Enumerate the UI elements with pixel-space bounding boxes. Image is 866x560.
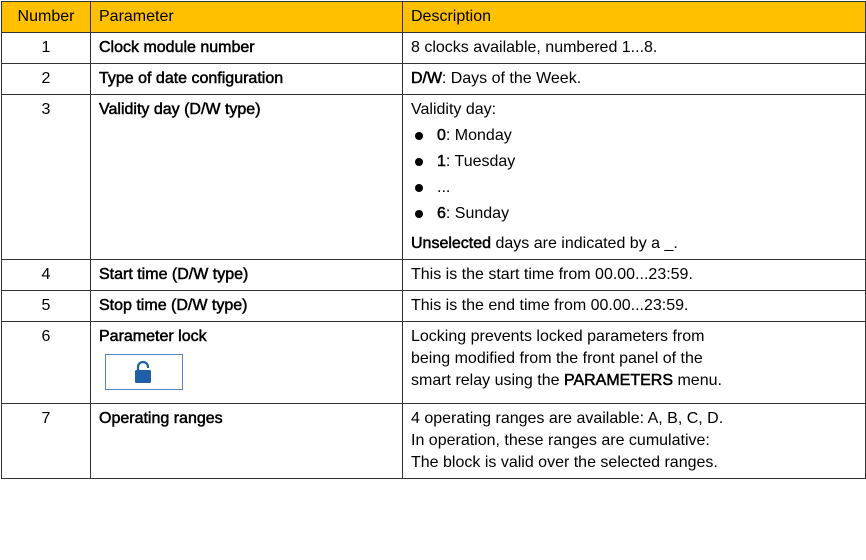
row-parameter: Operating ranges	[90, 403, 403, 479]
row-parameter: Clock module number	[90, 32, 403, 64]
unselected-note: Unselected days are indicated by a _.	[411, 233, 857, 255]
header-number: Number	[1, 1, 91, 33]
validity-day-list: 0: Monday 1: Tuesday ... 6: Sunday	[411, 123, 857, 227]
list-item: 1: Tuesday	[411, 149, 857, 175]
day-label: ...	[437, 179, 451, 196]
parameters-table: Number Parameter Description 1 Clock mod…	[1, 1, 866, 479]
bullet-icon	[415, 132, 423, 140]
row-parameter: Validity day (D/W type)	[90, 94, 403, 260]
table-row: 1 Clock module number 8 clocks available…	[1, 32, 866, 64]
header-parameter: Parameter	[90, 1, 403, 33]
row-number: 7	[1, 403, 91, 479]
desc-line: 4 operating ranges are available: A, B, …	[411, 410, 724, 427]
header-description: Description	[402, 1, 866, 33]
parameters-menu-term: PARAMETERS	[563, 372, 674, 390]
row-number: 2	[1, 63, 91, 95]
desc-text: menu.	[673, 372, 722, 389]
row-description: D/W: Days of the Week.	[402, 63, 866, 95]
row-number: 4	[1, 259, 91, 291]
row-parameter: Start time (D/W type)	[90, 259, 403, 291]
day-label: : Monday	[445, 127, 512, 144]
table-row: 7 Operating ranges 4 operating ranges ar…	[1, 403, 866, 479]
row-number: 1	[1, 32, 91, 64]
list-item: 0: Monday	[411, 123, 857, 149]
desc-line: In operation, these ranges are cumulativ…	[411, 432, 710, 449]
list-item: 6: Sunday	[411, 201, 857, 227]
desc-line: being modified from the front panel of t…	[411, 350, 703, 367]
row-description: 8 clocks available, numbered 1...8.	[402, 32, 866, 64]
day-key: 1	[437, 153, 446, 171]
row-description: This is the start time from 00.00...23:5…	[402, 259, 866, 291]
row-parameter: Parameter lock	[90, 321, 403, 404]
table-row: 2 Type of date configuration D/W: Days o…	[1, 63, 866, 95]
row-parameter: Stop time (D/W type)	[90, 290, 403, 322]
desc-bold-term: D/W	[411, 70, 442, 88]
table-row: 4 Start time (D/W type) This is the star…	[1, 259, 866, 291]
bullet-icon	[415, 210, 423, 218]
table-row: 5 Stop time (D/W type) This is the end t…	[1, 290, 866, 322]
row-parameter: Type of date configuration	[90, 63, 403, 95]
row-number: 6	[1, 321, 91, 404]
desc-line: Locking prevents locked parameters from	[411, 328, 705, 345]
bullet-icon	[415, 184, 423, 192]
desc-intro: Validity day:	[411, 101, 497, 118]
parameter-lock-button[interactable]	[105, 354, 183, 390]
row-description: This is the end time from 00.00...23:59.	[402, 290, 866, 322]
day-key: 0	[437, 127, 446, 145]
padlock-icon	[135, 360, 151, 383]
row-number: 3	[1, 94, 91, 260]
note-text: days are indicated by a _.	[491, 235, 678, 252]
desc-line: The block is valid over the selected ran…	[411, 454, 718, 471]
table-row: 6 Parameter lock Locking prevents locked…	[1, 321, 866, 404]
day-key: 6	[437, 205, 446, 223]
list-item: ...	[411, 175, 857, 201]
row-description: Validity day: 0: Monday 1: Tuesday ... 6…	[402, 94, 866, 260]
table-header-row: Number Parameter Description	[1, 1, 866, 33]
row-description: Locking prevents locked parameters from …	[402, 321, 866, 404]
row-description: 4 operating ranges are available: A, B, …	[402, 403, 866, 479]
desc-text: : Days of the Week.	[441, 70, 582, 87]
parameter-lock-label: Parameter lock	[99, 328, 207, 346]
desc-text: smart relay using the	[411, 372, 564, 389]
desc-line: smart relay using the PARAMETERS menu.	[411, 370, 857, 392]
day-label: : Sunday	[445, 205, 510, 222]
note-bold-term: Unselected	[411, 235, 492, 253]
table-row: 3 Validity day (D/W type) Validity day: …	[1, 94, 866, 260]
row-number: 5	[1, 290, 91, 322]
day-label: : Tuesday	[445, 153, 516, 170]
bullet-icon	[415, 158, 423, 166]
